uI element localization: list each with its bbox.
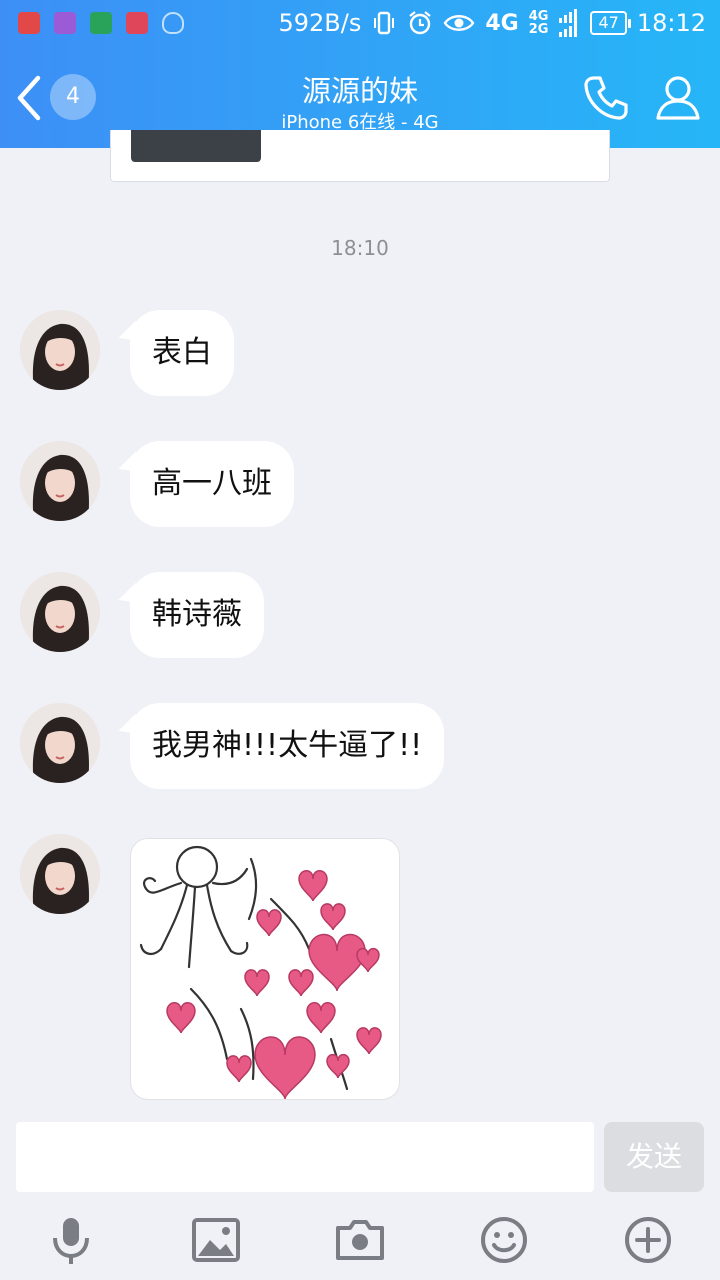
avatar[interactable] (20, 441, 100, 521)
message-bubble[interactable]: 韩诗薇 (130, 572, 264, 658)
battery-indicator: 47 (590, 11, 632, 35)
phone-call-icon[interactable] (580, 72, 632, 124)
sticker-message[interactable] (130, 838, 400, 1100)
card-thumbnail (131, 130, 261, 162)
clock: 18:12 (636, 9, 706, 37)
plus-icon[interactable] (622, 1214, 674, 1266)
chat-timestamp: 18:10 (331, 236, 389, 260)
avatar[interactable] (20, 834, 100, 914)
vibrate-icon (374, 11, 395, 35)
photo-icon (54, 12, 76, 34)
eye-icon (443, 15, 475, 31)
network-speed: 592B/s (278, 9, 362, 37)
input-toolbar (0, 1200, 720, 1280)
message-bubble[interactable]: 表白 (130, 310, 234, 396)
signal-icon (559, 9, 578, 37)
profile-icon[interactable] (652, 72, 704, 124)
message-bubble[interactable]: 高一八班 (130, 441, 294, 527)
send-button[interactable]: 发送 (604, 1122, 704, 1192)
hearts-sticker-image (139, 845, 382, 1099)
message-input[interactable] (16, 1122, 594, 1192)
unread-badge[interactable]: 4 (50, 74, 96, 120)
avatar[interactable] (20, 310, 100, 390)
message-bubble[interactable]: 我男神!!!太牛逼了!! (130, 703, 445, 789)
emoji-icon[interactable] (478, 1214, 530, 1266)
alarm-icon (409, 11, 432, 35)
avatar[interactable] (20, 572, 100, 652)
cloud-icon (126, 12, 148, 34)
network-type: 4G (485, 10, 519, 36)
weibo-icon (18, 12, 40, 34)
microphone-icon[interactable] (45, 1214, 97, 1266)
chat-title: 源源的妹 (301, 74, 418, 108)
secondary-network-labels: 4G 2G (528, 9, 549, 37)
avatar[interactable] (20, 703, 100, 783)
previous-card-message[interactable] (110, 130, 610, 182)
shield-icon (162, 12, 184, 34)
image-icon[interactable] (190, 1214, 242, 1266)
status-bar: 592B/s 4G 4G 2G 47 18:12 (0, 0, 720, 50)
camera-icon[interactable] (334, 1214, 386, 1266)
wechat-icon (90, 12, 112, 34)
